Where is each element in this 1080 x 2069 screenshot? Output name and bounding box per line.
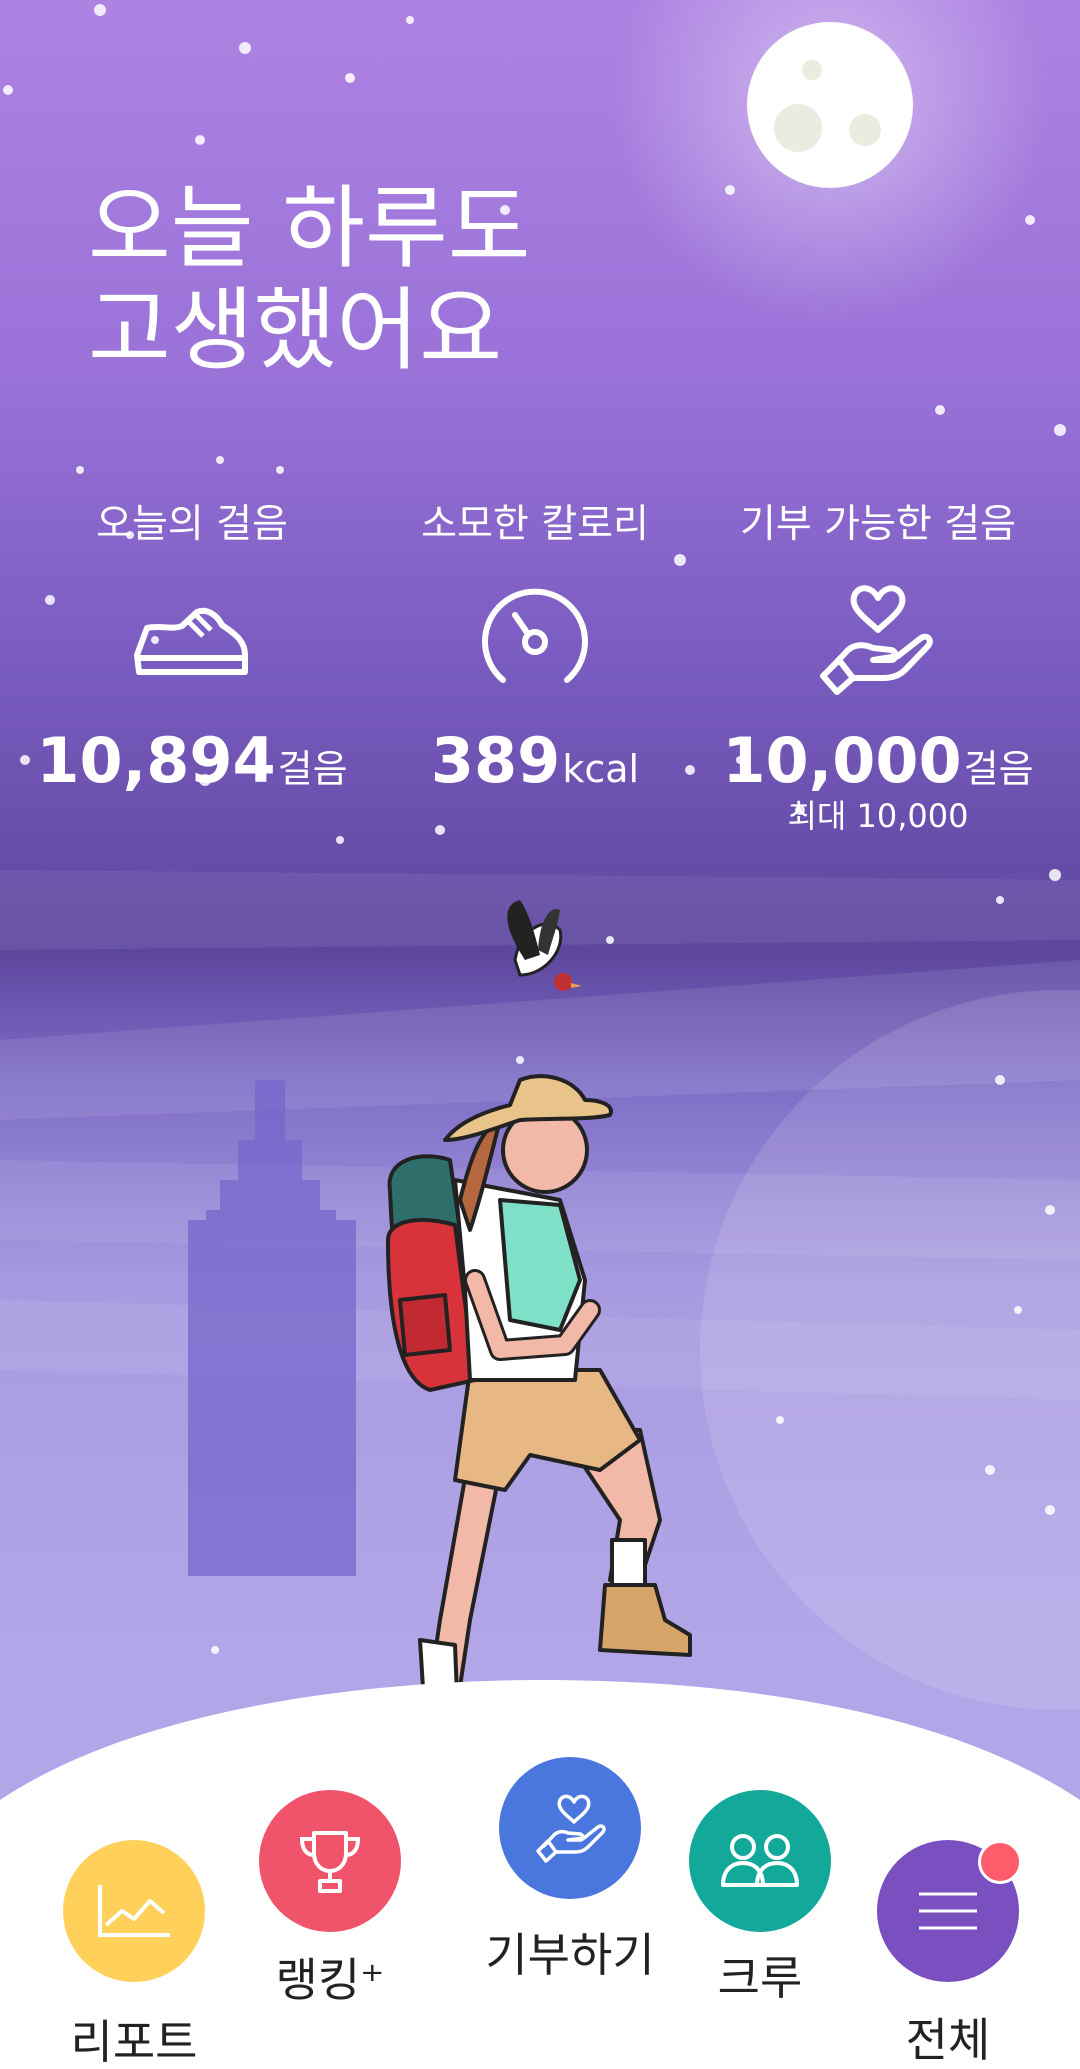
stat-label: 기부 가능한 걸음 [740,502,1016,547]
home-screen: 오늘 하루도 고생했어요 오늘의 걸음 10,894걸음 소모한 칼로리 389… [0,0,1080,2069]
trophy-icon [299,1831,361,1893]
heart-hand-icon [820,585,933,695]
nav-label-ranking: 랭킹⁺ [275,1953,385,2007]
stat-today-steps[interactable]: 오늘의 걸음 10,894걸음 [22,500,362,797]
gauge-icon [482,588,588,683]
ranking-button[interactable] [259,1790,401,1932]
stat-value: 389kcal [365,724,705,797]
sneaker-icon [134,607,248,675]
steps-number: 10,894 [36,724,276,797]
donatable-number: 10,000 [722,724,962,797]
donatable-unit: 걸음 [963,747,1034,791]
stat-value: 10,000걸음 [708,724,1048,797]
report-button[interactable] [63,1840,205,1982]
building-silhouette [188,1080,356,1576]
stat-donatable-steps[interactable]: 기부 가능한 걸음 10,000걸음 최대 10,000 [708,500,1048,837]
donatable-max: 최대 10,000 [787,797,969,835]
greeting-headline: 오늘 하루도 고생했어요 [88,178,531,382]
nav-label-all: 전체 [905,2013,991,2067]
stat-calories[interactable]: 소모한 칼로리 389kcal [365,500,705,797]
crew-button[interactable] [689,1790,831,1932]
crew-icon [721,1834,799,1887]
donate-icon [536,1794,606,1863]
nav-crew[interactable]: 크루 [686,1790,834,2008]
greeting-line-1: 오늘 하루도 [88,176,531,281]
steps-unit: 걸음 [277,747,348,791]
nav-ranking[interactable]: 랭킹⁺ [256,1790,404,2010]
calories-number: 389 [430,724,561,797]
calories-unit: kcal [562,747,640,791]
nav-label-report: 리포트 [70,2015,198,2069]
stat-label: 오늘의 걸음 [96,502,288,547]
notification-dot [978,1840,1022,1884]
donate-button[interactable] [499,1757,641,1899]
nav-donate[interactable]: 기부하기 [480,1757,660,1985]
nav-report[interactable]: 리포트 [60,1840,208,2069]
nav-label-donate: 기부하기 [485,1928,655,1982]
menu-icon [919,1892,977,1930]
stat-value: 10,894걸음 [22,724,362,797]
nav-label-crew: 크루 [717,1951,803,2005]
greeting-line-2: 고생했어요 [88,278,502,383]
chart-icon [98,1885,170,1937]
stat-label: 소모한 칼로리 [421,502,649,547]
